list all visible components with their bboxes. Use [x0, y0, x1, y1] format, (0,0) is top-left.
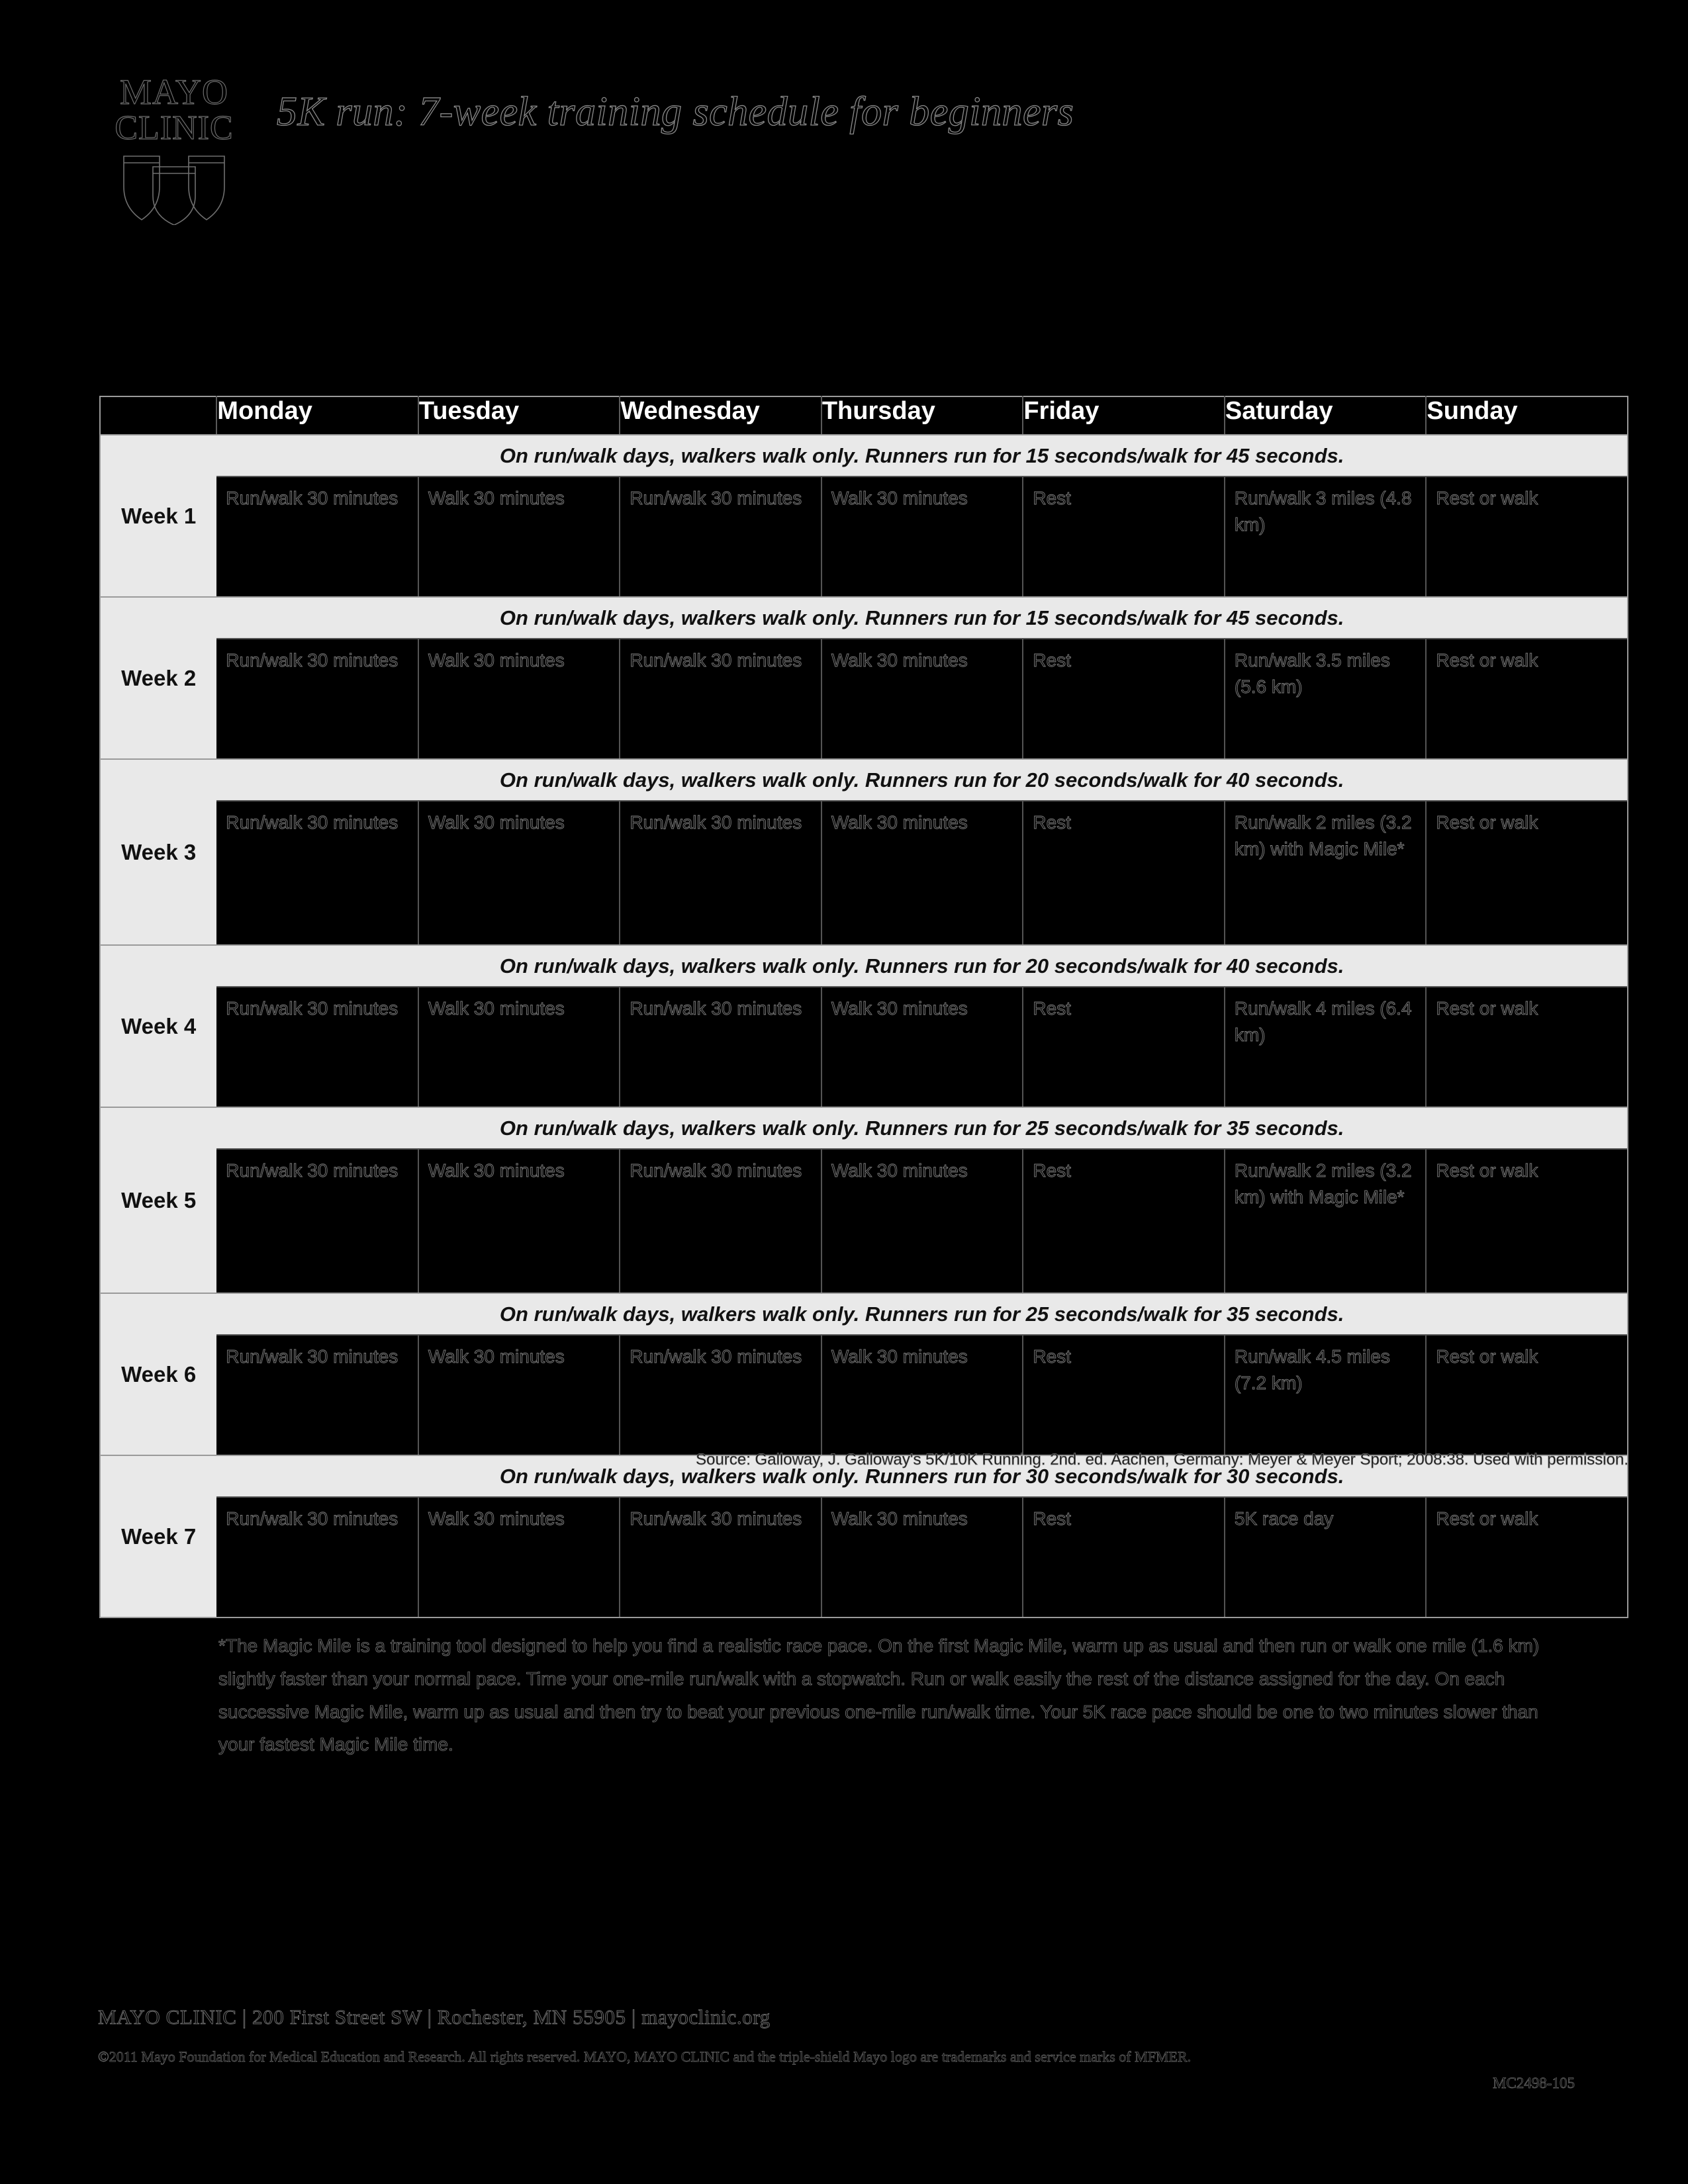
cell-sunday: Rest or walk — [1426, 986, 1628, 1108]
cell-thursday: Walk 30 minutes — [821, 1334, 1024, 1456]
week-label-cell: Week 1 — [99, 435, 217, 598]
week-label-cell: Week 2 — [99, 597, 217, 760]
cell-monday: Run/walk 30 minutes — [216, 986, 419, 1108]
cell-saturday: Run/walk 3 miles (4.8 km) — [1224, 476, 1427, 598]
cell-monday: Run/walk 30 minutes — [216, 638, 419, 760]
week-note-row: Week 5 On run/walk days, walkers walk on… — [99, 1107, 1628, 1294]
cell-saturday: 5K race day — [1224, 1496, 1427, 1618]
column-header-saturday: Saturday — [1224, 396, 1427, 435]
cell-sunday: Rest or walk — [1426, 1148, 1628, 1294]
week-note-cell: On run/walk days, walkers walk only. Run… — [216, 435, 1628, 477]
cell-thursday: Walk 30 minutes — [821, 1148, 1024, 1294]
cell-sunday: Rest or walk — [1426, 1334, 1628, 1456]
cell-tuesday: Walk 30 minutes — [418, 1334, 621, 1456]
page-canvas: MAYO CLINIC 5K run: 7-week training sche… — [0, 0, 1688, 2184]
cell-thursday: Walk 30 minutes — [821, 1496, 1024, 1618]
table-body: Week 1 On run/walk days, walkers walk on… — [99, 435, 1628, 1618]
cell-saturday: Run/walk 4 miles (6.4 km) — [1224, 986, 1427, 1108]
column-header-friday: Friday — [1023, 396, 1225, 435]
cell-wednesday: Run/walk 30 minutes — [620, 1148, 822, 1294]
week-note-cell: On run/walk days, walkers walk only. Run… — [216, 1107, 1628, 1149]
cell-tuesday: Walk 30 minutes — [418, 1148, 621, 1294]
footer-copyright: ©2011 Mayo Foundation for Medical Educat… — [98, 2048, 1192, 2066]
week-label-cell: Week 6 — [99, 1293, 217, 1456]
cell-sunday: Rest or walk — [1426, 800, 1628, 946]
cell-friday: Rest — [1023, 1496, 1225, 1618]
cell-tuesday: Walk 30 minutes — [418, 1496, 621, 1618]
cell-sunday: Rest or walk — [1426, 476, 1628, 598]
footer-document-code: MC2498-105 — [1493, 2075, 1575, 2092]
cell-tuesday: Walk 30 minutes — [418, 638, 621, 760]
logo-text-mayo: MAYO — [119, 72, 229, 112]
cell-friday: Rest — [1023, 476, 1225, 598]
cell-wednesday: Run/walk 30 minutes — [620, 1496, 822, 1618]
column-header-tuesday: Tuesday — [418, 396, 621, 435]
cell-tuesday: Walk 30 minutes — [418, 476, 621, 598]
week-label-cell: Week 4 — [99, 945, 217, 1108]
column-header-thursday: Thursday — [821, 396, 1024, 435]
cell-sunday: Rest or walk — [1426, 638, 1628, 760]
training-schedule-table: Monday Tuesday Wednesday Thursday Friday… — [99, 396, 1628, 1618]
cell-friday: Rest — [1023, 1148, 1225, 1294]
cell-monday: Run/walk 30 minutes — [216, 1334, 419, 1456]
table-row: Run/walk 30 minutes Walk 30 minutes Run/… — [100, 986, 1628, 1108]
source-citation: Source: Galloway, J. Galloway's 5K/10K R… — [696, 1451, 1629, 1469]
week-label-cell: Week 3 — [99, 759, 217, 946]
cell-wednesday: Run/walk 30 minutes — [620, 476, 822, 598]
week-note-cell: On run/walk days, walkers walk only. Run… — [216, 597, 1628, 639]
table-row: Run/walk 30 minutes Walk 30 minutes Run/… — [100, 1148, 1628, 1294]
cell-friday: Rest — [1023, 638, 1225, 760]
cell-thursday: Walk 30 minutes — [821, 986, 1024, 1108]
table-header-row: Monday Tuesday Wednesday Thursday Friday… — [99, 396, 1628, 435]
logo-text-clinic: CLINIC — [115, 109, 234, 147]
week-label-cell: Week 5 — [99, 1107, 217, 1294]
cell-tuesday: Walk 30 minutes — [418, 986, 621, 1108]
table-row: Run/walk 30 minutes Walk 30 minutes Run/… — [100, 800, 1628, 946]
week-note-row: Week 1 On run/walk days, walkers walk on… — [99, 435, 1628, 598]
cell-friday: Rest — [1023, 800, 1225, 946]
triple-shield-icon — [118, 152, 230, 225]
cell-saturday: Run/walk 3.5 miles (5.6 km) — [1224, 638, 1427, 760]
cell-wednesday: Run/walk 30 minutes — [620, 638, 822, 760]
column-header-week — [99, 396, 218, 435]
week-note-cell: On run/walk days, walkers walk only. Run… — [216, 759, 1628, 801]
table-row: Run/walk 30 minutes Walk 30 minutes Run/… — [100, 476, 1628, 598]
cell-friday: Rest — [1023, 1334, 1225, 1456]
cell-wednesday: Run/walk 30 minutes — [620, 800, 822, 946]
week-note-row: Week 2 On run/walk days, walkers walk on… — [99, 597, 1628, 760]
cell-monday: Run/walk 30 minutes — [216, 1148, 419, 1294]
cell-thursday: Walk 30 minutes — [821, 638, 1024, 760]
week-note-row: Week 3 On run/walk days, walkers walk on… — [99, 759, 1628, 946]
cell-friday: Rest — [1023, 986, 1225, 1108]
table-row: Run/walk 30 minutes Walk 30 minutes Run/… — [100, 638, 1628, 760]
page-header: MAYO CLINIC 5K run: 7-week training sche… — [98, 72, 1074, 225]
cell-saturday: Run/walk 4.5 miles (7.2 km) — [1224, 1334, 1427, 1456]
cell-saturday: Run/walk 2 miles (3.2 km) with Magic Mil… — [1224, 800, 1427, 946]
cell-wednesday: Run/walk 30 minutes — [620, 986, 822, 1108]
cell-tuesday: Walk 30 minutes — [418, 800, 621, 946]
week-note-row: Week 6 On run/walk days, walkers walk on… — [99, 1293, 1628, 1456]
week-note-cell: On run/walk days, walkers walk only. Run… — [216, 1293, 1628, 1335]
cell-monday: Run/walk 30 minutes — [216, 476, 419, 598]
cell-wednesday: Run/walk 30 minutes — [620, 1334, 822, 1456]
column-header-monday: Monday — [216, 396, 419, 435]
cell-monday: Run/walk 30 minutes — [216, 1496, 419, 1618]
cell-thursday: Walk 30 minutes — [821, 476, 1024, 598]
footer-address: MAYO CLINIC | 200 First Street SW | Roch… — [98, 2005, 771, 2029]
column-header-wednesday: Wednesday — [620, 396, 822, 435]
column-header-sunday: Sunday — [1426, 396, 1628, 435]
table-row: Run/walk 30 minutes Walk 30 minutes Run/… — [100, 1496, 1628, 1618]
cell-sunday: Rest or walk — [1426, 1496, 1628, 1618]
magic-mile-footnote: *The Magic Mile is a training tool desig… — [218, 1635, 1540, 1755]
week-note-cell: On run/walk days, walkers walk only. Run… — [216, 945, 1628, 987]
mayo-clinic-logo: MAYO CLINIC — [98, 72, 250, 225]
cell-saturday: Run/walk 2 miles (3.2 km) with Magic Mil… — [1224, 1148, 1427, 1294]
cell-thursday: Walk 30 minutes — [821, 800, 1024, 946]
cell-monday: Run/walk 30 minutes — [216, 800, 419, 946]
page-title: 5K run: 7-week training schedule for beg… — [276, 89, 1074, 134]
week-label-cell: Week 7 — [99, 1455, 217, 1618]
week-note-row: Week 4 On run/walk days, walkers walk on… — [99, 945, 1628, 1108]
table-row: Run/walk 30 minutes Walk 30 minutes Run/… — [100, 1334, 1628, 1456]
